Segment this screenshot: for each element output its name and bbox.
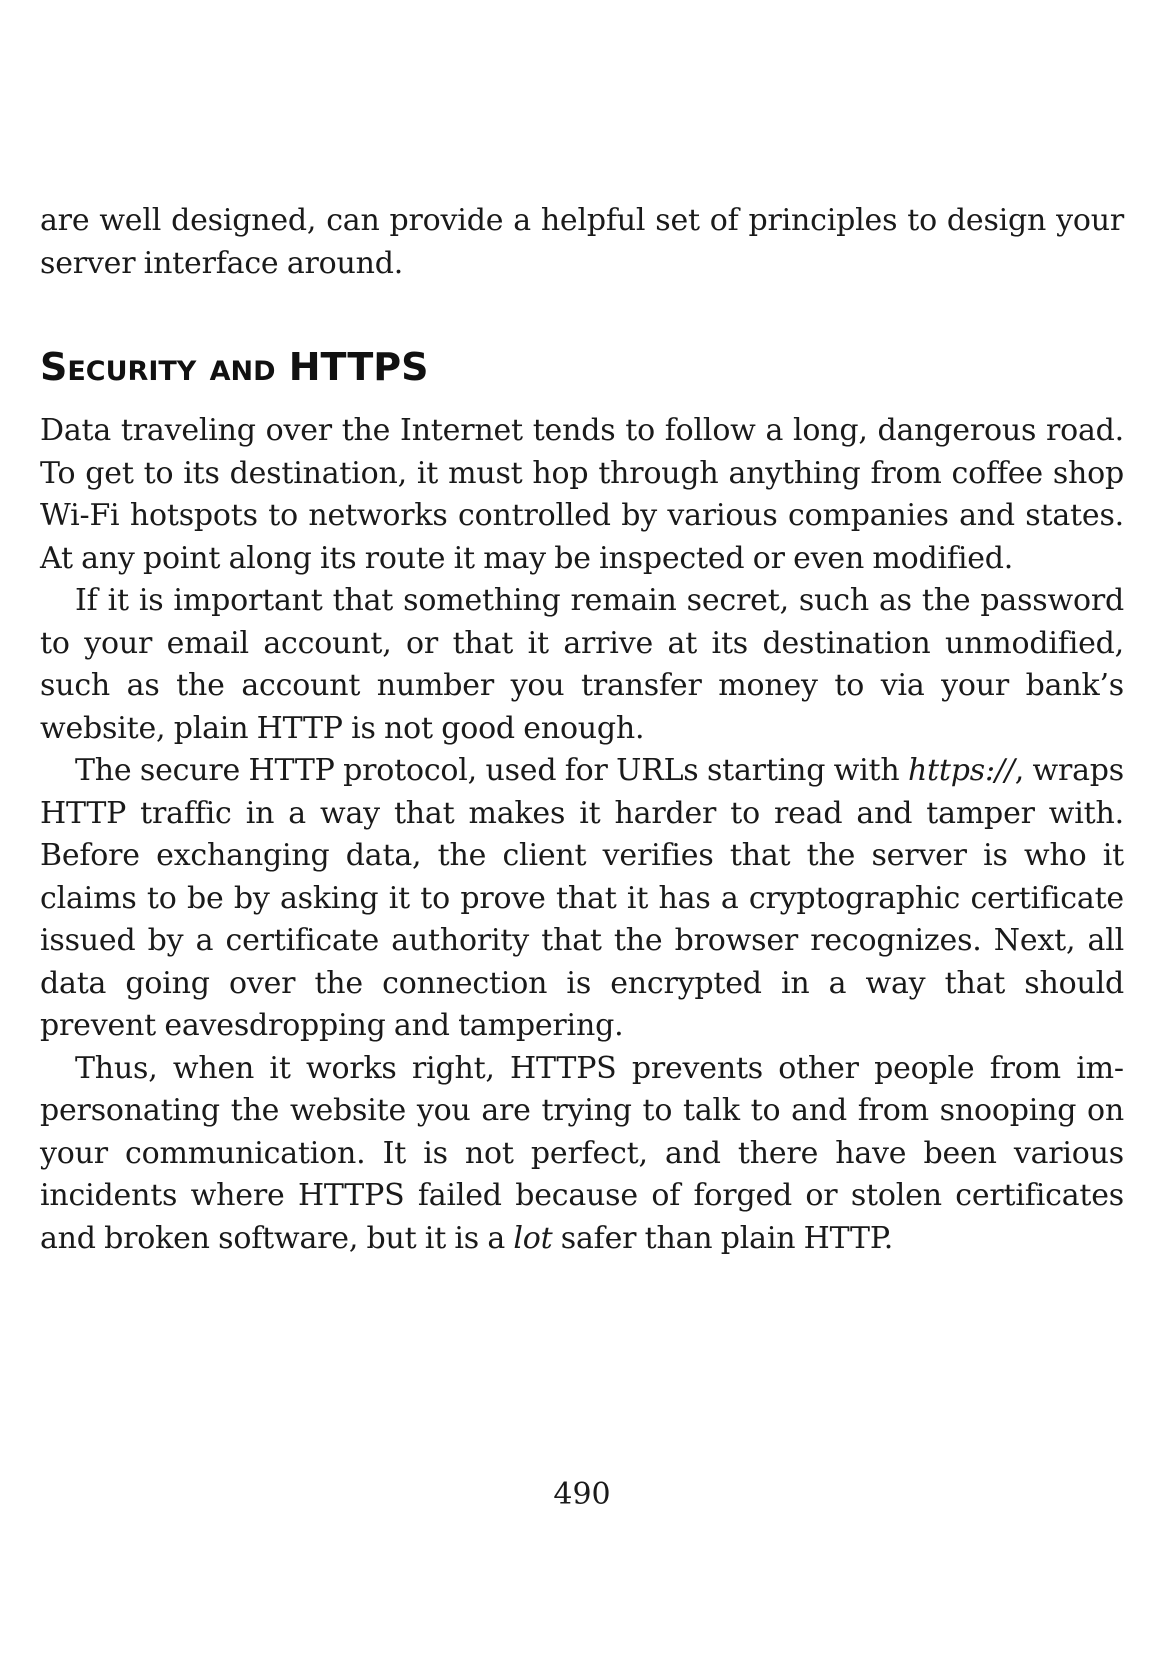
paragraph-3-text-end: , wraps HTTP traffic in a way that makes… xyxy=(40,753,1124,1043)
paragraph-3-url-emphasis: https:// xyxy=(907,753,1015,788)
section-heading: Security and HTTPS xyxy=(40,345,429,389)
paragraph-4: Thus, when it works right, HTTPS prevent… xyxy=(40,1048,1124,1261)
book-page: are well designed, can provide a helpful… xyxy=(40,0,1124,1654)
paragraph-2: If it is important that something remain… xyxy=(40,583,1124,746)
section-body: Data traveling over the Internet tends t… xyxy=(40,410,1124,1260)
paragraph-3-text-start: The secure HTTP protocol, used for URLs … xyxy=(75,753,908,788)
paragraph-4-emphasis: lot xyxy=(513,1220,553,1256)
page-number: 490 xyxy=(553,1477,611,1512)
paragraph-3: The secure HTTP protocol, used for URLs … xyxy=(40,750,1124,1048)
paragraph-4-text-end: safer than plain HTTP. xyxy=(552,1220,894,1256)
paragraph-1: Data traveling over the Internet tends t… xyxy=(40,413,1124,576)
intro-paragraph: are well designed, can provide a helpful… xyxy=(40,203,1124,281)
